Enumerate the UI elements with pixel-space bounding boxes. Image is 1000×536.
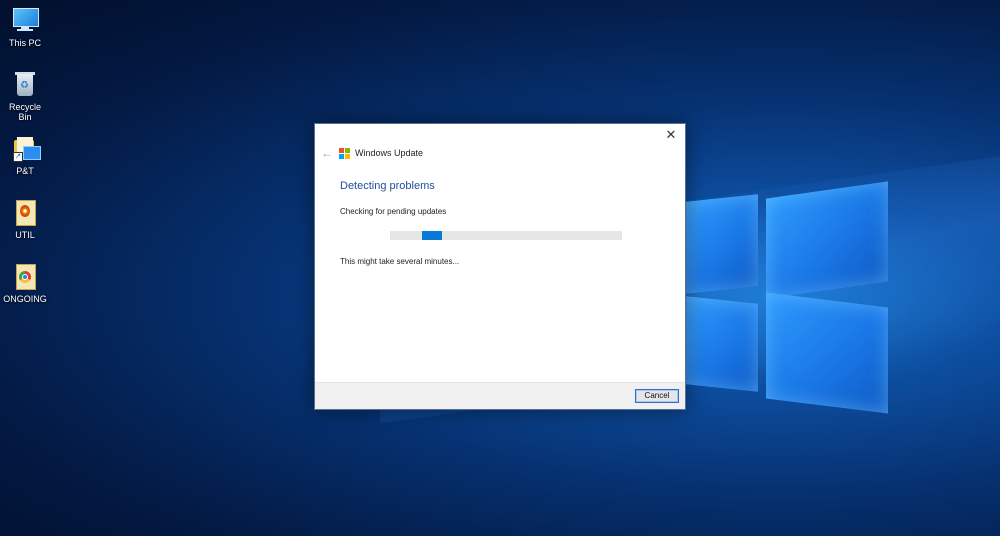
document-icon	[11, 198, 39, 226]
windows-logo-wallpaper	[686, 178, 890, 414]
back-arrow-icon: ←	[321, 146, 333, 160]
back-button[interactable]: ←	[319, 146, 335, 160]
cancel-button[interactable]: Cancel	[635, 389, 679, 403]
windows-logo-icon	[339, 147, 350, 159]
desktop-icon-label: P&T	[16, 166, 34, 176]
recycle-bin-icon: ♻	[11, 70, 39, 98]
dialog-footer: Cancel	[315, 382, 685, 409]
desktop-icon-label: Recycle Bin	[8, 102, 41, 122]
dialog-titlebar: ← Windows Update	[319, 144, 423, 162]
status-text: Checking for pending updates	[340, 207, 447, 216]
desktop-icon-pt[interactable]: ↗ P&T	[2, 134, 48, 176]
desktop-icon-label: ONGOING	[3, 294, 47, 304]
desktop-icon-label: This PC	[8, 38, 41, 48]
page-heading: Detecting problems	[340, 180, 435, 192]
windows-update-dialog: ✕ ← Windows Update Detecting problems Ch…	[314, 123, 686, 410]
close-button[interactable]: ✕	[661, 126, 681, 144]
note-text: This might take several minutes...	[340, 257, 460, 266]
desktop-icon-ongoing[interactable]: ONGOING	[2, 262, 48, 304]
dialog-title: Windows Update	[355, 148, 424, 158]
desktop-icon-label: UTIL	[15, 230, 35, 240]
folder-shortcut-icon: ↗	[11, 134, 41, 162]
close-icon: ✕	[665, 127, 677, 142]
desktop-icon-util[interactable]: UTIL	[2, 198, 48, 240]
chrome-document-icon	[11, 262, 39, 290]
desktop-icon-recycle-bin[interactable]: ♻ Recycle Bin	[2, 70, 48, 122]
progress-bar-fill	[422, 231, 442, 240]
progress-bar	[390, 231, 622, 240]
desktop-icon-this-pc[interactable]: This PC	[2, 6, 48, 48]
computer-icon	[11, 6, 39, 34]
